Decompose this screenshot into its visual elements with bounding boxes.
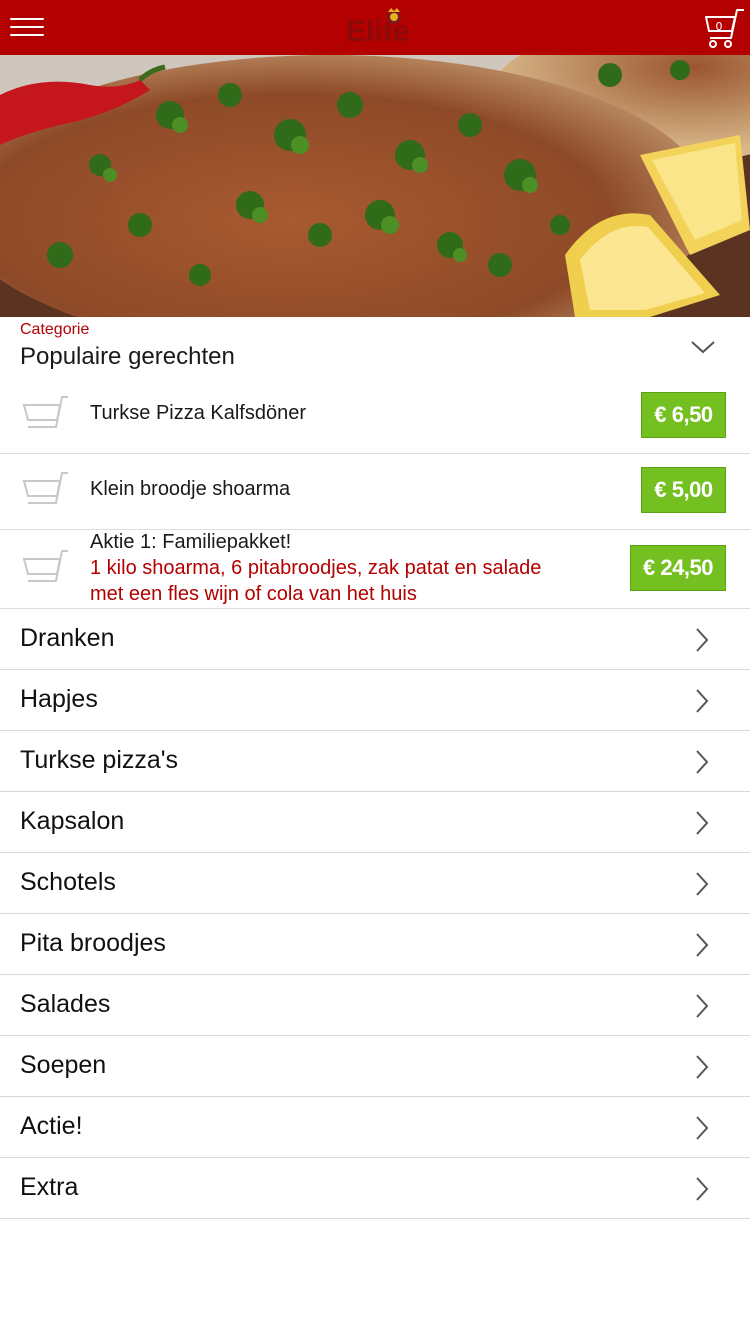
chevron-right-icon [696,1055,709,1079]
cart-count-badge: 0 [715,20,723,33]
chevron-right-icon [696,811,709,835]
category-row-extra[interactable]: Extra [0,1158,750,1219]
crest-icon [387,8,401,24]
category-selected-value: Populaire gerechten [20,343,235,370]
popular-item[interactable]: Klein broodje shoarma € 5,00 [0,454,750,530]
category-row-hapjes[interactable]: Hapjes [0,670,750,731]
price-button[interactable]: € 24,50 [630,545,726,591]
item-name: Klein broodje shoarma [90,478,291,500]
chevron-down-icon [691,341,715,354]
chevron-right-icon [696,872,709,896]
category-label: Extra [20,1173,79,1201]
category-row-salades[interactable]: Salades [0,975,750,1036]
add-to-cart-icon[interactable] [22,470,70,510]
category-row-pita-broodjes[interactable]: Pita broodjes [0,914,750,975]
category-caption: Categorie [20,321,90,338]
popular-item[interactable]: Turkse Pizza Kalfsdöner € 6,50 [0,379,750,454]
item-name: Turkse Pizza Kalfsdöner [90,402,307,424]
chevron-right-icon [696,994,709,1018]
chevron-right-icon [696,628,709,652]
item-name: Aktie 1: Familiepakket! [90,531,292,553]
chevron-right-icon [696,1177,709,1201]
item-description-line: met een fles wijn of cola van het huis [90,583,417,605]
chevron-right-icon [696,1116,709,1140]
popular-item[interactable]: Aktie 1: Familiepakket! 1 kilo shoarma, … [0,530,750,609]
top-bar: Elite 0 [0,0,750,55]
category-selector[interactable]: Categorie Populaire gerechten [0,317,750,379]
category-row-soepen[interactable]: Soepen [0,1036,750,1097]
chevron-right-icon [696,689,709,713]
category-label: Schotels [20,868,116,896]
food-photo-icon [0,55,750,317]
category-row-dranken[interactable]: Dranken [0,609,750,670]
category-label: Dranken [20,624,115,652]
hamburger-menu-icon[interactable] [10,14,46,40]
hero-food-image [0,55,750,317]
category-label: Actie! [20,1112,83,1140]
category-label: Hapjes [20,685,98,713]
add-to-cart-icon[interactable] [22,394,70,434]
category-row-actie[interactable]: Actie! [0,1097,750,1158]
chevron-right-icon [696,933,709,957]
category-row-turkse-pizzas[interactable]: Turkse pizza's [0,731,750,792]
category-label: Turkse pizza's [20,746,179,774]
price-button[interactable]: € 5,00 [641,467,726,513]
category-row-schotels[interactable]: Schotels [0,853,750,914]
logo: Elite [320,0,430,55]
category-label: Soepen [20,1051,107,1079]
category-label: Pita broodjes [20,929,166,957]
price-button[interactable]: € 6,50 [641,392,726,438]
category-label: Salades [20,990,111,1018]
chevron-right-icon [696,750,709,774]
add-to-cart-icon[interactable] [22,548,70,588]
cart-button[interactable]: 0 [700,6,746,50]
category-row-kapsalon[interactable]: Kapsalon [0,792,750,853]
category-label: Kapsalon [20,807,125,835]
item-description-line: 1 kilo shoarma, 6 pitabroodjes, zak pata… [90,557,542,579]
